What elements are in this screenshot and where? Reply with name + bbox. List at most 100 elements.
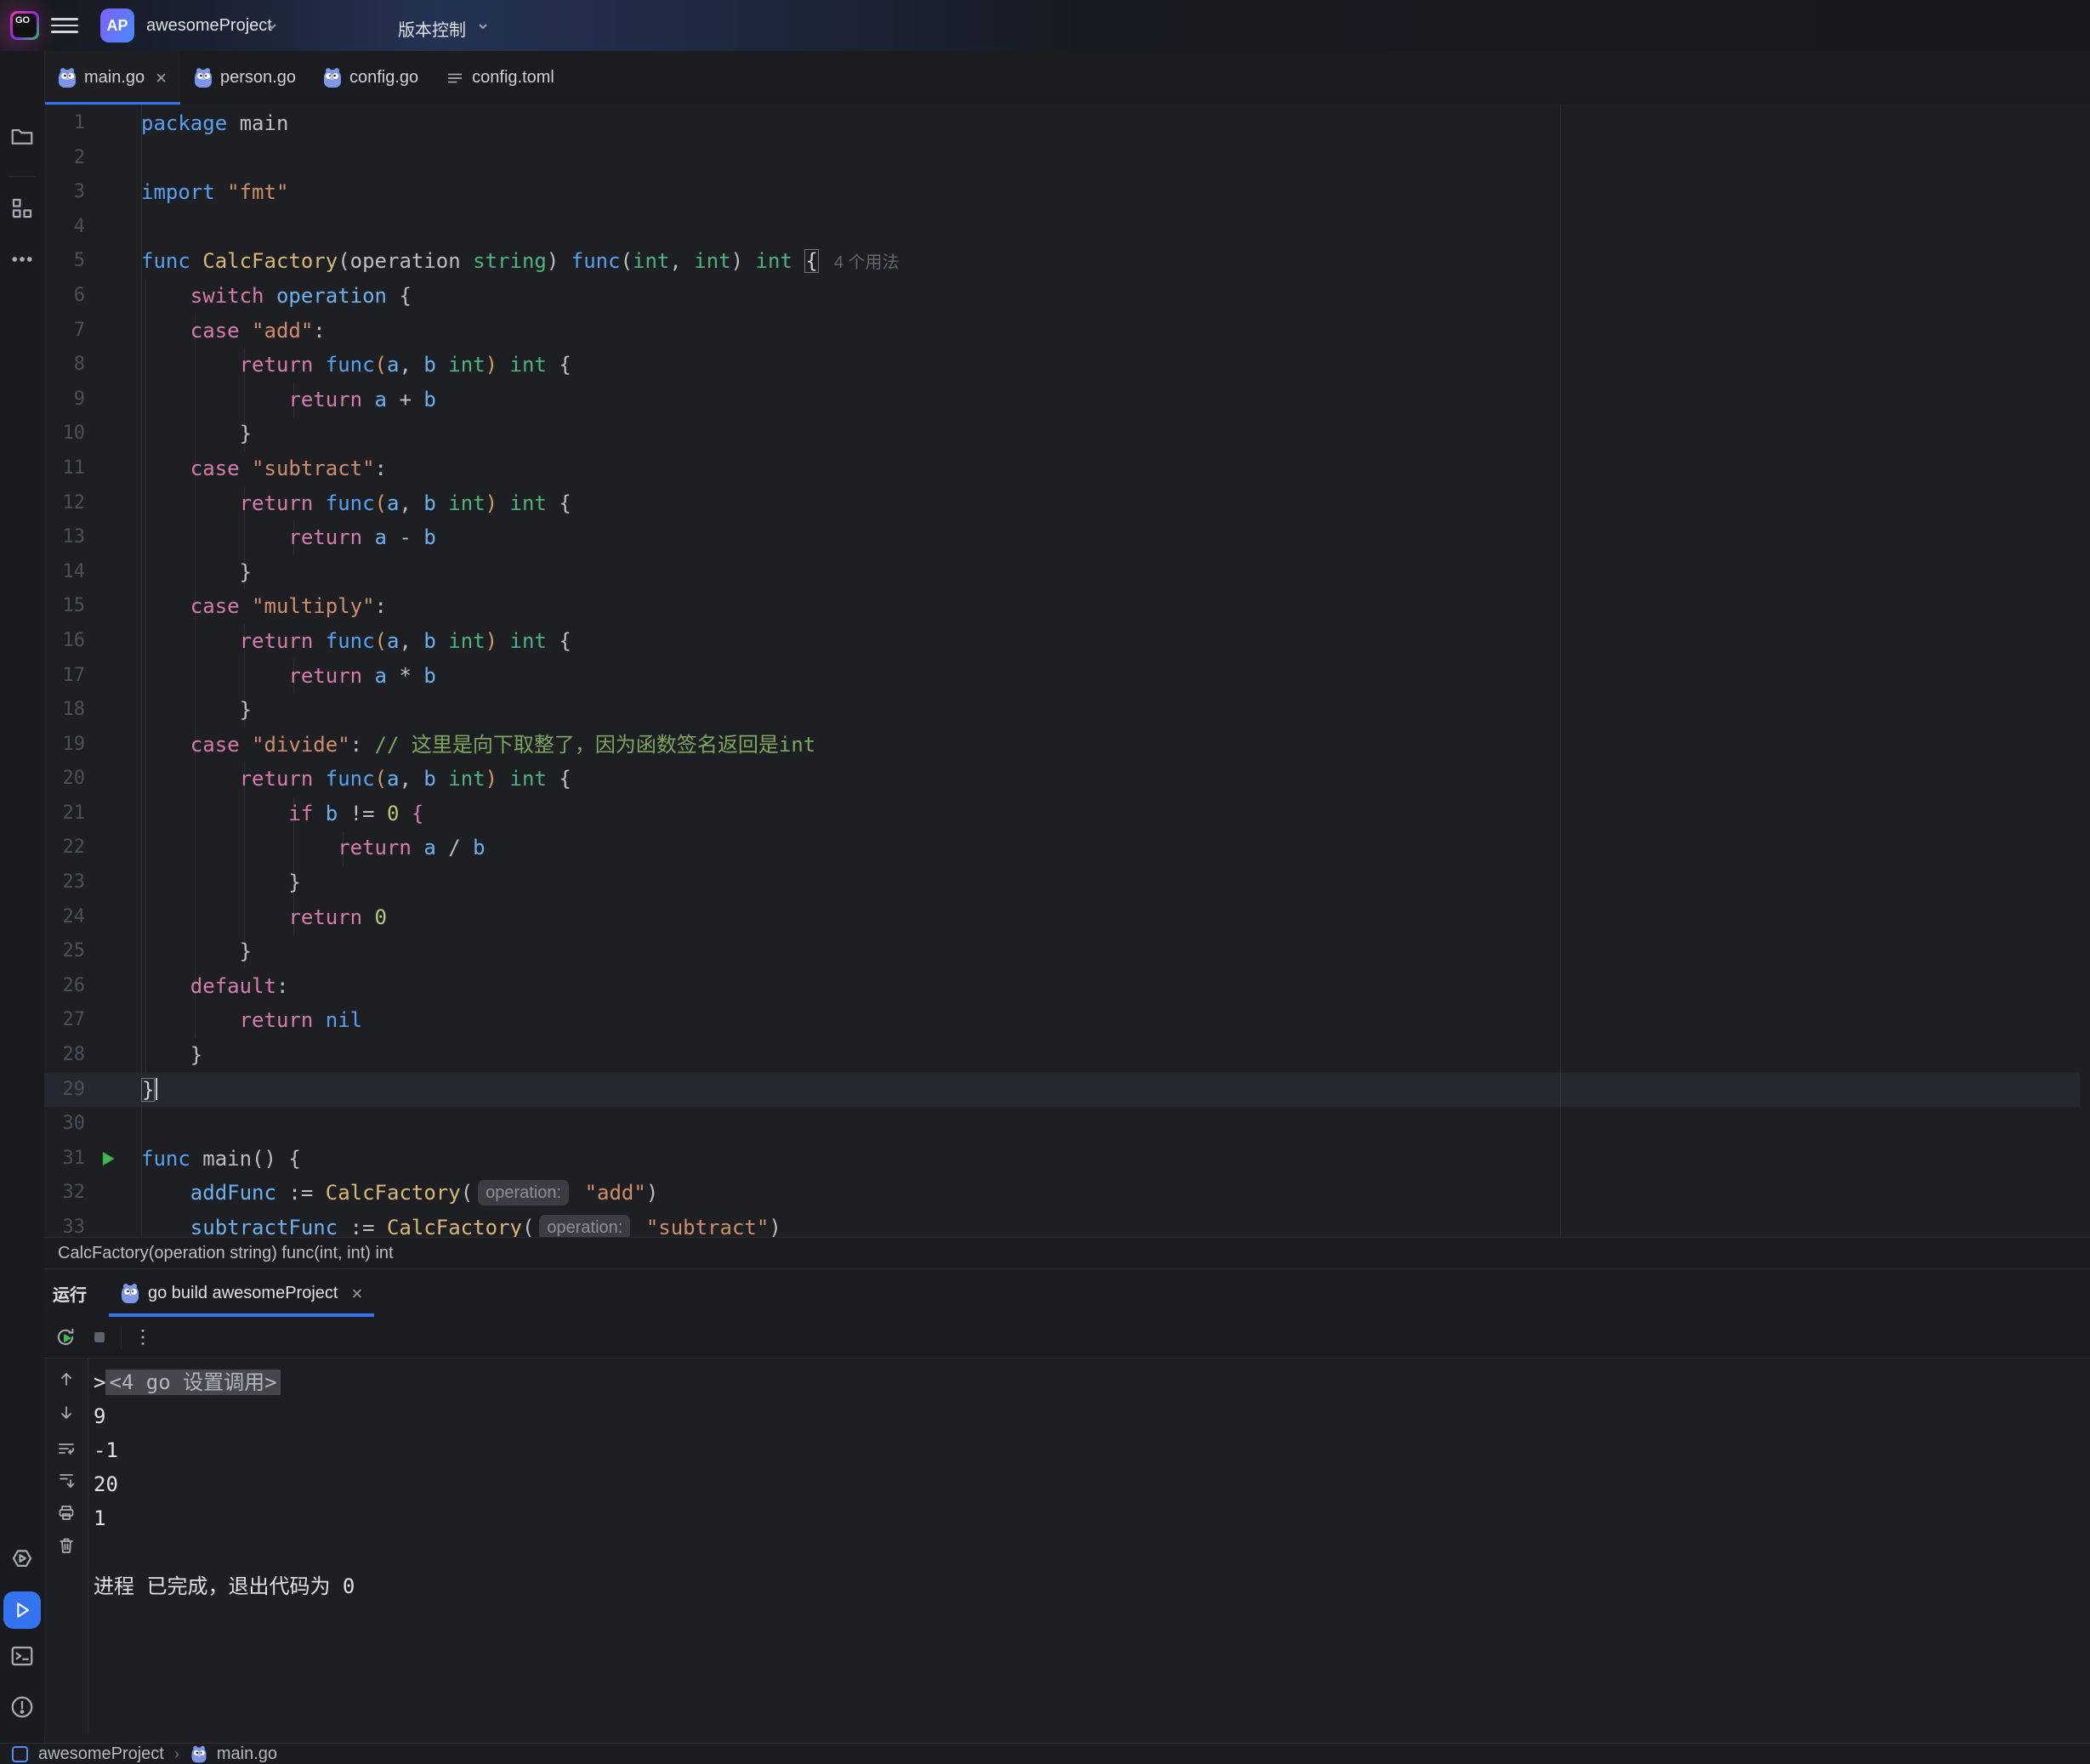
console-text: 20: [94, 1472, 118, 1496]
code-text: default:: [141, 969, 288, 1004]
code-line[interactable]: 23 }: [44, 865, 2090, 900]
code-line[interactable]: 28 }: [44, 1038, 2090, 1073]
line-number: 11: [44, 451, 85, 486]
gutter: [85, 486, 141, 521]
code-line[interactable]: 11 case "subtract":: [44, 451, 2090, 486]
stop-icon[interactable]: [88, 1326, 111, 1348]
code-line[interactable]: 22 return a / b: [44, 831, 2090, 865]
tab-config.go[interactable]: config.go: [310, 51, 432, 105]
line-number: 30: [44, 1107, 85, 1142]
code-line[interactable]: 25 }: [44, 934, 2090, 969]
chevron-down-icon[interactable]: [265, 20, 279, 33]
project-selector[interactable]: awesomeProject: [146, 16, 272, 36]
run-toolbar: [44, 1317, 2090, 1358]
code-line[interactable]: 33 subtractFunc := CalcFactory(operation…: [44, 1211, 2090, 1237]
run-tool-window-active[interactable]: [3, 1591, 41, 1629]
code-line[interactable]: 16 return func(a, b int) int {: [44, 624, 2090, 659]
code-line[interactable]: 21 if b != 0 {: [44, 797, 2090, 831]
code-editor[interactable]: 1package main23import "fmt"45func CalcFa…: [44, 105, 2090, 1237]
tab-person.go[interactable]: person.go: [180, 51, 310, 105]
code-line[interactable]: 24 return 0: [44, 900, 2090, 935]
soft-wrap-icon[interactable]: [56, 1438, 77, 1459]
console-line: ><4 go 设置调用>: [94, 1365, 355, 1399]
line-number: 9: [44, 383, 85, 417]
rerun-icon[interactable]: [54, 1326, 77, 1348]
code-line[interactable]: 17 return a * b: [44, 659, 2090, 694]
structure-icon[interactable]: [9, 196, 35, 221]
code-text: if b != 0 {: [141, 797, 423, 831]
code-text: import "fmt": [141, 175, 288, 210]
code-line[interactable]: 3import "fmt": [44, 175, 2090, 210]
project-badge[interactable]: AP: [100, 9, 134, 43]
project-icon: [12, 1746, 28, 1762]
print-icon[interactable]: [56, 1503, 77, 1523]
code-text: addFunc := CalcFactory(operation: "add"): [141, 1176, 658, 1211]
code-text: return func(a, b int) int {: [141, 762, 571, 797]
code-line[interactable]: 31func main() {: [44, 1142, 2090, 1177]
close-icon[interactable]: ×: [156, 67, 167, 89]
console-line: [94, 1535, 355, 1569]
tab-config.toml[interactable]: config.toml: [432, 51, 568, 105]
code-line[interactable]: 8 return func(a, b int) int {: [44, 348, 2090, 383]
code-line[interactable]: 13 return a - b: [44, 520, 2090, 555]
more-tool-windows-icon[interactable]: [9, 247, 35, 272]
code-line[interactable]: 10 }: [44, 417, 2090, 451]
code-line[interactable]: 5func CalcFactory(operation string) func…: [44, 244, 2090, 279]
code-line[interactable]: 7 case "add":: [44, 314, 2090, 349]
main-menu-icon[interactable]: [51, 14, 78, 37]
folded-command-text[interactable]: <4 go 设置调用>: [105, 1370, 280, 1395]
code-text: return a * b: [141, 659, 436, 694]
code-line[interactable]: 26 default:: [44, 969, 2090, 1004]
code-text: return a - b: [141, 520, 436, 555]
terminal-icon[interactable]: [9, 1643, 35, 1669]
run-tab-label: go build awesomeProject: [148, 1284, 338, 1303]
line-number: 27: [44, 1003, 85, 1038]
code-line[interactable]: 15 case "multiply":: [44, 589, 2090, 624]
code-line[interactable]: 30: [44, 1107, 2090, 1142]
breadcrumb-project[interactable]: awesomeProject: [38, 1744, 164, 1764]
run-tab[interactable]: go build awesomeProject ×: [109, 1270, 374, 1317]
gutter: [85, 279, 141, 314]
line-number: 21: [44, 797, 85, 831]
editor-tab-bar: main.go×person.goconfig.go config.toml: [44, 51, 2090, 105]
gutter: [85, 762, 141, 797]
code-line[interactable]: 2: [44, 141, 2090, 176]
close-icon[interactable]: ×: [351, 1283, 362, 1305]
code-line[interactable]: 29}: [44, 1073, 2090, 1108]
project-folder-icon[interactable]: [9, 123, 35, 149]
scroll-to-end-icon[interactable]: [56, 1471, 77, 1491]
code-line[interactable]: 1package main: [44, 106, 2090, 141]
code-line[interactable]: 12 return func(a, b int) int {: [44, 486, 2090, 521]
console-line: 9: [94, 1399, 355, 1433]
services-icon[interactable]: [9, 1547, 35, 1573]
tab-main.go[interactable]: main.go×: [44, 51, 180, 105]
chevron-down-icon[interactable]: [476, 20, 490, 33]
gutter: [85, 865, 141, 900]
code-line[interactable]: 32 addFunc := CalcFactory(operation: "ad…: [44, 1176, 2090, 1211]
up-stack-trace-icon[interactable]: [56, 1369, 77, 1389]
gutter: [85, 728, 141, 763]
code-line[interactable]: 18 }: [44, 693, 2090, 728]
code-line[interactable]: 4: [44, 210, 2090, 245]
console-text: 1: [94, 1506, 105, 1530]
line-number: 18: [44, 693, 85, 728]
go-gopher-icon: [190, 1745, 207, 1762]
vcs-widget[interactable]: 版本控制: [398, 16, 466, 41]
down-stack-trace-icon[interactable]: [56, 1403, 77, 1423]
code-line[interactable]: 9 return a + b: [44, 383, 2090, 417]
more-options-icon[interactable]: [132, 1326, 154, 1348]
run-console[interactable]: ><4 go 设置调用>9-1201进程 已完成，退出代码为 0: [44, 1358, 2090, 1734]
problems-icon[interactable]: [9, 1694, 35, 1720]
breadcrumb-file[interactable]: main.go: [217, 1744, 277, 1764]
clear-console-icon[interactable]: [56, 1535, 77, 1556]
code-text: return nil: [141, 1003, 362, 1038]
run-main-icon[interactable]: [100, 1151, 116, 1166]
code-line[interactable]: 6 switch operation {: [44, 279, 2090, 314]
code-line[interactable]: 27 return nil: [44, 1003, 2090, 1038]
code-line[interactable]: 19 case "divide": // 这里是向下取整了，因为函数签名返回是i…: [44, 728, 2090, 763]
tab-label: config.toml: [472, 68, 554, 88]
code-line[interactable]: 20 return func(a, b int) int {: [44, 762, 2090, 797]
line-number: 10: [44, 417, 85, 451]
code-line[interactable]: 14 }: [44, 555, 2090, 590]
code-text: case "multiply":: [141, 589, 387, 624]
